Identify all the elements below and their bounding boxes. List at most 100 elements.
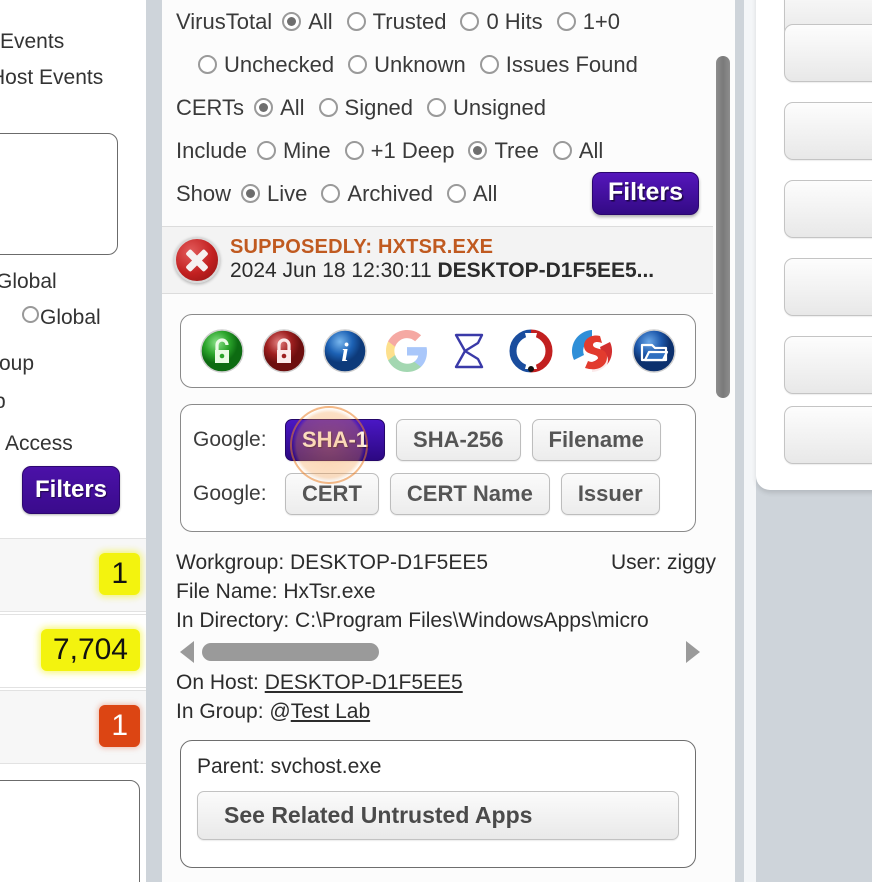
radio-icon[interactable] xyxy=(241,184,261,203)
radio-icon[interactable] xyxy=(254,98,274,117)
radio-icon[interactable] xyxy=(348,55,368,74)
google-search-card: Google: SHA-1SHA-256Filename Google: CER… xyxy=(180,404,696,532)
radio-icon[interactable] xyxy=(552,141,572,160)
center-vertical-scrollbar[interactable] xyxy=(716,56,730,398)
file-details-block: User: ziggy Workgroup: DESKTOP-D1F5EE5 F… xyxy=(176,548,716,635)
workgroup-value: DESKTOP-D1F5EE5 xyxy=(290,551,489,574)
parent-line: Parent: svchost.exe xyxy=(197,755,679,779)
right-panel-button-2[interactable]: A xyxy=(784,102,872,160)
radio-icon[interactable] xyxy=(447,184,466,203)
radio-icon[interactable] xyxy=(321,184,341,203)
radio-option-trusted[interactable]: Trusted xyxy=(346,8,447,35)
radio-label: 1+0 xyxy=(582,8,621,34)
scroll-left-arrow-icon[interactable] xyxy=(180,641,194,663)
left-panel-text: Global xyxy=(0,270,57,293)
see-related-untrusted-apps-button[interactable]: See Related Untrusted Apps xyxy=(197,791,679,840)
left-panel-text: roup xyxy=(0,352,35,375)
radio-option-unknown[interactable]: Unknown xyxy=(348,52,466,78)
right-panel-button-3[interactable]: Ma xyxy=(784,180,872,238)
google-issuer-button[interactable]: Issuer xyxy=(560,473,660,515)
radio-label: Archived xyxy=(347,180,433,206)
radio-option-archived[interactable]: Archived xyxy=(321,181,433,207)
filter-options-block: VirusTotal All Trusted 0 Hits 1+0 Unchecked Un… xyxy=(162,0,713,215)
left-panel-text: in Access xyxy=(0,432,73,455)
open-folder-icon[interactable] xyxy=(630,327,678,375)
user-pair: User: ziggy xyxy=(611,548,716,577)
radio-label: All xyxy=(308,8,333,34)
radio-icon[interactable] xyxy=(346,12,366,31)
info-blue-icon[interactable]: i xyxy=(321,327,369,375)
radio-icon[interactable] xyxy=(479,55,499,74)
host-group-block: On Host: DESKTOP-D1F5EE5 In Group: @Test… xyxy=(176,668,716,726)
alert-banner[interactable]: SUPPOSEDLY: HXTSR.EXE 2024 Jun 18 12:30:… xyxy=(162,226,713,294)
hscroll-thumb[interactable] xyxy=(202,643,379,661)
radio-icon[interactable] xyxy=(556,12,576,31)
radio-icon[interactable] xyxy=(344,141,364,160)
vscroll-thumb[interactable] xyxy=(716,56,730,398)
right-panel-button-1[interactable]: Se xyxy=(784,24,872,82)
radio-option-unchecked[interactable]: Unchecked xyxy=(198,52,334,78)
scroll-right-arrow-icon[interactable] xyxy=(686,641,700,663)
radio-label: Unchecked xyxy=(224,51,335,77)
sophos-s-icon[interactable] xyxy=(568,327,616,375)
filter-row-label: VirusTotal xyxy=(176,8,273,34)
radio-icon[interactable] xyxy=(282,12,302,31)
radio-option-issues-found[interactable]: Issues Found xyxy=(479,52,638,78)
sigma-icon[interactable] xyxy=(445,327,493,375)
left-panel-box xyxy=(0,133,118,255)
radio-label: All xyxy=(280,94,305,120)
left-panel-text: Host Events xyxy=(0,66,104,89)
left-panel-text: Events xyxy=(0,30,65,53)
radio-option-0-hits[interactable]: 0 Hits xyxy=(460,8,543,35)
on-host-link[interactable]: DESKTOP-D1F5EE5 xyxy=(265,671,463,694)
unlock-green-icon[interactable] xyxy=(198,327,246,375)
filter-row-certs: CERTs All Signed Unsigned xyxy=(176,86,699,129)
filters-button[interactable]: Filters xyxy=(591,172,699,215)
radio-option-mine[interactable]: Mine xyxy=(256,138,331,164)
radio-option-all[interactable]: All xyxy=(282,8,333,35)
directory-horizontal-scrollbar[interactable] xyxy=(180,638,700,666)
radio-option-signed[interactable]: Signed xyxy=(318,94,414,121)
radio-label: Trusted xyxy=(372,8,447,34)
radio-label: Tree xyxy=(494,137,539,163)
left-panel-stat-row[interactable]: c...1 xyxy=(0,538,146,612)
radio-option-1-0[interactable]: 1+0 xyxy=(556,8,621,35)
radio-icon[interactable] xyxy=(256,141,276,160)
google-cert-name-button[interactable]: CERT Name xyxy=(389,473,550,515)
radio-icon[interactable] xyxy=(427,98,447,117)
google-g-icon[interactable] xyxy=(383,327,431,375)
radio-icon[interactable] xyxy=(198,55,217,74)
lock-red-icon[interactable] xyxy=(260,327,308,375)
right-panel-button-6[interactable]: Trust xyxy=(784,406,872,464)
hscroll-track[interactable] xyxy=(202,643,678,661)
left-panel-stat-row[interactable]: c...7,704 xyxy=(0,614,146,688)
radio-option-tree[interactable]: Tree xyxy=(468,137,539,164)
left-panel-filters-button[interactable]: Filters xyxy=(22,466,120,514)
file-name-line: File Name: HxTsr.exe xyxy=(176,577,716,606)
radio-option-all[interactable]: All xyxy=(254,94,305,121)
in-group-link[interactable]: Test Lab xyxy=(291,700,370,723)
parent-label: Parent: xyxy=(197,755,265,778)
workgroup-label: Workgroup: xyxy=(176,551,285,574)
google-filename-button[interactable]: Filename xyxy=(531,419,661,461)
radio-option-live[interactable]: Live xyxy=(241,181,307,207)
left-panel-stat-row[interactable]: c...1 xyxy=(0,690,146,764)
radio-label: 0 Hits xyxy=(486,8,543,34)
right-panel-button-4[interactable] xyxy=(784,258,872,316)
radio-icon[interactable] xyxy=(460,12,480,31)
radio-option--1-deep[interactable]: +1 Deep xyxy=(344,138,454,164)
on-host-label: On Host: xyxy=(176,671,259,694)
google-sha-256-button[interactable]: SHA-256 xyxy=(396,419,521,461)
radio-option-unsigned[interactable]: Unsigned xyxy=(427,95,546,121)
in-group-prefix: @ xyxy=(269,700,291,723)
radio-option-all[interactable]: All xyxy=(447,181,497,207)
radio-option-all[interactable]: All xyxy=(552,138,603,164)
right-panel-button-5[interactable]: Dire xyxy=(784,336,872,394)
radio-icon[interactable] xyxy=(318,98,338,117)
virustotal-ring-icon[interactable] xyxy=(507,327,555,375)
radio-label: Signed xyxy=(344,94,414,120)
filter-row-label: Include xyxy=(176,137,247,163)
filter-row-include: Include Mine +1 Deep Tree All xyxy=(176,129,699,172)
radio-icon[interactable] xyxy=(468,141,488,160)
left-panel-radio-global[interactable] xyxy=(22,306,39,323)
